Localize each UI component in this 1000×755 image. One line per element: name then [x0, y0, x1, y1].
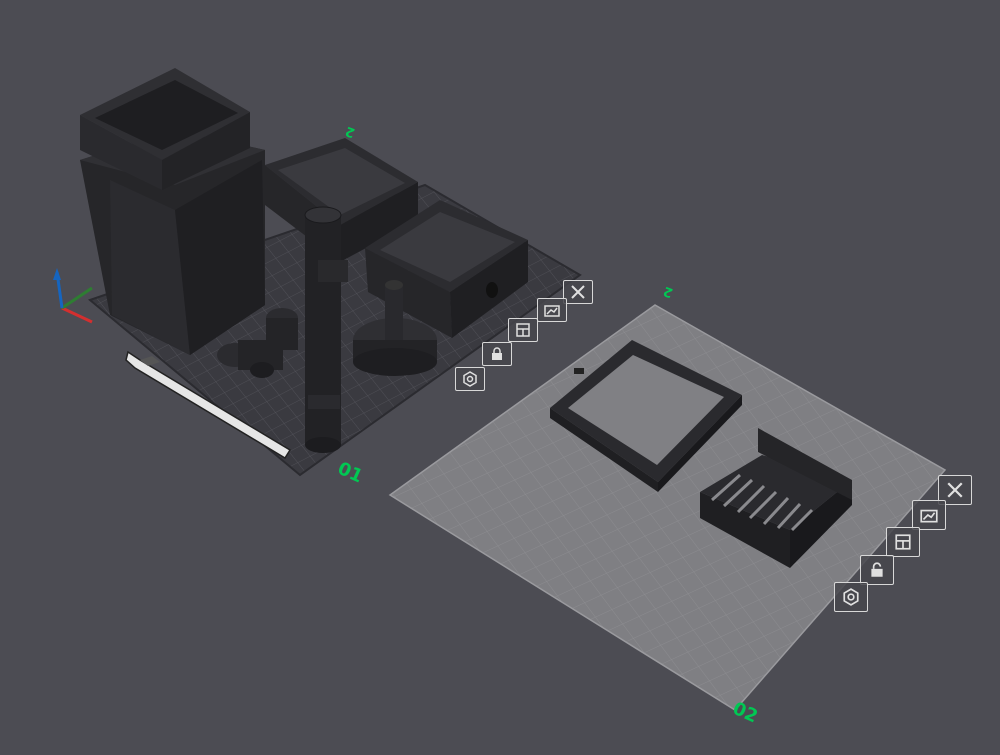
axes-gizmo — [53, 268, 93, 324]
gear-icon — [463, 371, 477, 387]
y-axis — [61, 286, 93, 310]
auto-orient-icon — [920, 509, 938, 523]
scene-canvas[interactable] — [0, 0, 1000, 755]
auto-orient-icon — [544, 305, 560, 317]
plate-01-auto-orient-button[interactable] — [537, 298, 567, 322]
arrange-icon — [516, 323, 530, 337]
close-icon — [571, 285, 585, 299]
plate-02-arrange-button[interactable] — [886, 527, 920, 557]
plate-01-close-button[interactable] — [563, 280, 593, 304]
plate-02-auto-orient-button[interactable] — [912, 500, 946, 530]
lock-icon — [871, 562, 883, 577]
plate-02-settings-button[interactable] — [834, 582, 868, 612]
lock-icon — [492, 347, 502, 360]
plate-01-arrange-button[interactable] — [508, 318, 538, 342]
arrange-icon — [895, 534, 911, 550]
plate-01-settings-button[interactable] — [455, 367, 485, 391]
plate-01-lock-button[interactable] — [482, 342, 512, 366]
x-axis — [61, 306, 93, 324]
plate-02-lock-button[interactable] — [860, 555, 894, 585]
3d-viewport[interactable]: 01 2 02 2 — [0, 0, 1000, 755]
close-icon — [947, 482, 963, 498]
gear-icon — [843, 588, 859, 606]
